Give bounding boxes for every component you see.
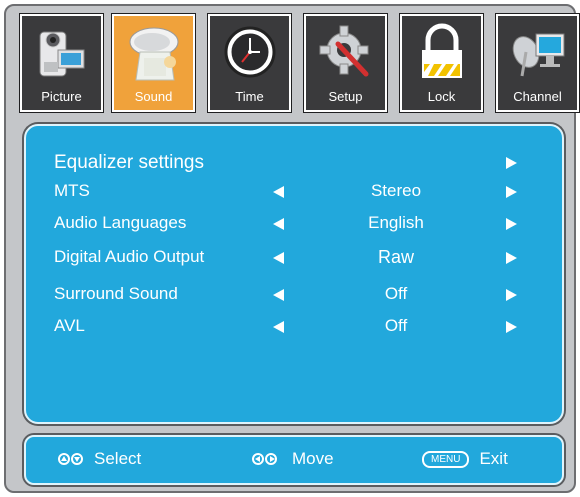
- right-arrow-icon[interactable]: [506, 157, 517, 169]
- row-label: Audio Languages: [54, 213, 187, 232]
- tab-label: Time: [235, 89, 264, 104]
- key-hint-bar: Select Move MENU Exit: [24, 435, 564, 485]
- row-label: Surround Sound: [54, 284, 178, 303]
- menu-key-icon: MENU: [422, 450, 470, 468]
- tab-picture[interactable]: Picture: [19, 13, 104, 113]
- row-value: Off: [384, 284, 408, 303]
- right-arrow-icon[interactable]: [506, 289, 517, 301]
- row-label: MTS: [54, 181, 90, 200]
- move-hint: Move: [252, 449, 334, 469]
- menu-row-equalizer[interactable]: Equalizer settings: [26, 148, 562, 178]
- tab-label: Setup: [328, 89, 363, 104]
- tab-label: Sound: [134, 89, 173, 104]
- row-value: English: [368, 213, 424, 232]
- sound-settings-panel: Equalizer settings MTS Stereo Audio Lang…: [24, 124, 564, 424]
- tab-sound[interactable]: Sound: [111, 13, 196, 113]
- tab-label: Picture: [41, 89, 82, 104]
- speaker-icon: [129, 27, 179, 81]
- right-arrow-icon[interactable]: [506, 218, 517, 230]
- tab-label: Lock: [427, 89, 456, 104]
- tab-channel[interactable]: Channel: [495, 13, 580, 113]
- row-label: AVL: [54, 316, 85, 335]
- menu-row-avl[interactable]: AVL Off: [26, 312, 562, 342]
- gear-icon: [319, 25, 369, 77]
- left-arrow-icon[interactable]: [273, 252, 284, 264]
- right-circle-icon: [265, 453, 277, 465]
- tab-setup[interactable]: Setup: [303, 13, 388, 113]
- exit-hint-label: Exit: [479, 449, 508, 468]
- camcorder-icon: [39, 31, 85, 77]
- menu-row-mts[interactable]: MTS Stereo: [26, 177, 562, 207]
- tab-label: Channel: [513, 89, 562, 104]
- tab-time[interactable]: Time: [207, 13, 292, 113]
- down-circle-icon: [71, 453, 83, 465]
- menu-row-digital-audio-output[interactable]: Digital Audio Output Raw: [26, 243, 562, 273]
- left-arrow-icon[interactable]: [273, 289, 284, 301]
- row-value: Stereo: [370, 181, 422, 200]
- tab-lock[interactable]: Lock: [399, 13, 484, 113]
- exit-hint: MENU Exit: [422, 449, 508, 469]
- right-arrow-icon[interactable]: [506, 252, 517, 264]
- left-circle-icon: [252, 453, 264, 465]
- satellite-dish-icon: [512, 33, 565, 77]
- right-arrow-icon[interactable]: [506, 321, 517, 333]
- row-value: Raw: [377, 247, 414, 267]
- menu-row-surround-sound[interactable]: Surround Sound Off: [26, 280, 562, 310]
- move-hint-label: Move: [292, 449, 334, 468]
- row-value: Off: [384, 316, 408, 335]
- row-label: Equalizer settings: [54, 152, 204, 173]
- left-arrow-icon[interactable]: [273, 218, 284, 230]
- left-arrow-icon[interactable]: [273, 186, 284, 198]
- row-label: Digital Audio Output: [54, 247, 205, 266]
- right-arrow-icon[interactable]: [506, 186, 517, 198]
- menu-row-audio-languages[interactable]: Audio Languages English: [26, 209, 562, 239]
- select-hint-label: Select: [94, 449, 142, 468]
- clock-icon: [224, 26, 276, 78]
- select-hint: Select: [58, 449, 141, 469]
- left-arrow-icon[interactable]: [273, 321, 284, 333]
- up-circle-icon: [58, 453, 70, 465]
- padlock-icon: [422, 23, 462, 78]
